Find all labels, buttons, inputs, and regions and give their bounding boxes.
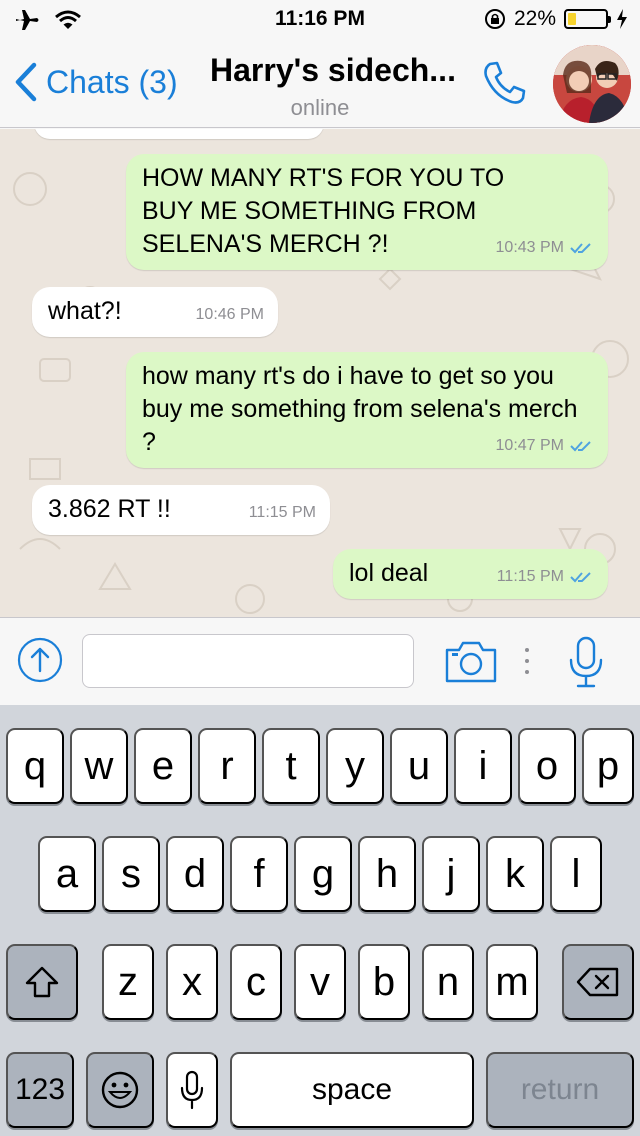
- key-p[interactable]: p: [582, 728, 634, 804]
- rotation-lock-icon: [484, 9, 505, 29]
- emoji-key[interactable]: [86, 1052, 154, 1128]
- key-o[interactable]: o: [518, 728, 576, 804]
- message-bubble-outgoing[interactable]: how many rt's do i have to get so you bu…: [126, 352, 608, 468]
- charging-bolt-icon: [617, 9, 627, 29]
- key-w[interactable]: w: [70, 728, 128, 804]
- microphone-icon: [180, 1070, 204, 1110]
- key-i[interactable]: i: [454, 728, 512, 804]
- key-u[interactable]: u: [390, 728, 448, 804]
- key-n[interactable]: n: [422, 944, 474, 1020]
- key-h[interactable]: h: [358, 836, 416, 912]
- composer-bar: [0, 617, 640, 705]
- message-time: 11:15 PM: [496, 568, 564, 585]
- double-check-icon: [570, 440, 591, 451]
- double-check-icon: [570, 571, 591, 582]
- message-bubble-incoming[interactable]: what?! 10:46 PM: [32, 287, 278, 337]
- key-y[interactable]: y: [326, 728, 384, 804]
- avatar[interactable]: [553, 45, 631, 123]
- key-r[interactable]: r: [198, 728, 256, 804]
- key-j[interactable]: j: [422, 836, 480, 912]
- message-time: 11:15 PM: [248, 504, 316, 521]
- key-c[interactable]: c: [230, 944, 282, 1020]
- key-g[interactable]: g: [294, 836, 352, 912]
- backspace-icon: [576, 967, 619, 997]
- chat-title[interactable]: Harry's sidech...: [210, 52, 480, 89]
- previous-message-edge: [34, 129, 324, 139]
- shift-key[interactable]: [6, 944, 78, 1020]
- message-bubble-incoming[interactable]: 3.862 RT !! 11:15 PM: [32, 485, 330, 535]
- message-time: 10:43 PM: [495, 239, 564, 256]
- emoji-icon: [101, 1071, 139, 1109]
- return-key[interactable]: return: [486, 1052, 634, 1128]
- space-key[interactable]: space: [230, 1052, 474, 1128]
- key-m[interactable]: m: [486, 944, 538, 1020]
- key-f[interactable]: f: [230, 836, 288, 912]
- key-a[interactable]: a: [38, 836, 96, 912]
- message-input[interactable]: [82, 634, 414, 688]
- microphone-icon[interactable]: [568, 636, 604, 688]
- share-arrow-up-icon[interactable]: [17, 637, 63, 683]
- chevron-left-icon: [15, 62, 37, 102]
- message-bubble-outgoing[interactable]: HOW MANY RT'S FOR YOU TO BUY ME SOMETHIN…: [126, 154, 608, 270]
- message-text: 3.862 RT !!: [48, 495, 171, 523]
- key-z[interactable]: z: [102, 944, 154, 1020]
- chat-header: Chats (3) Harry's sidech... online: [0, 40, 640, 128]
- numbers-key[interactable]: 123: [6, 1052, 74, 1128]
- key-s[interactable]: s: [102, 836, 160, 912]
- key-e[interactable]: e: [134, 728, 192, 804]
- message-text: what?!: [48, 297, 122, 325]
- key-b[interactable]: b: [358, 944, 410, 1020]
- key-x[interactable]: x: [166, 944, 218, 1020]
- key-l[interactable]: l: [550, 836, 602, 912]
- message-time: 10:47 PM: [495, 437, 564, 454]
- key-q[interactable]: q: [6, 728, 64, 804]
- message-text: lol deal: [349, 559, 429, 587]
- key-v[interactable]: v: [294, 944, 346, 1020]
- dictation-key[interactable]: [166, 1052, 218, 1128]
- chat-subtitle: online: [290, 95, 350, 120]
- double-check-icon: [570, 242, 591, 253]
- camera-icon[interactable]: [444, 638, 498, 684]
- message-bubble-outgoing[interactable]: lol deal 11:15 PM: [333, 549, 608, 599]
- key-d[interactable]: d: [166, 836, 224, 912]
- key-k[interactable]: k: [486, 836, 544, 912]
- back-label: Chats (3): [46, 63, 178, 100]
- phone-icon[interactable]: [480, 58, 530, 108]
- status-bar: 11:16 PM 22%: [0, 0, 640, 40]
- message-time: 10:46 PM: [195, 306, 264, 323]
- back-button[interactable]: Chats (3): [14, 62, 178, 102]
- more-dots-icon[interactable]: [522, 646, 532, 676]
- key-t[interactable]: t: [262, 728, 320, 804]
- battery-icon: [564, 9, 611, 29]
- shift-arrow-icon: [25, 966, 59, 998]
- keyboard: q w e r t y u i o p a s d f g h j k l z …: [0, 705, 640, 1136]
- message-list[interactable]: HOW MANY RT'S FOR YOU TO BUY ME SOMETHIN…: [0, 129, 640, 617]
- delete-key[interactable]: [562, 944, 634, 1020]
- battery-percent: 22%: [513, 7, 556, 30]
